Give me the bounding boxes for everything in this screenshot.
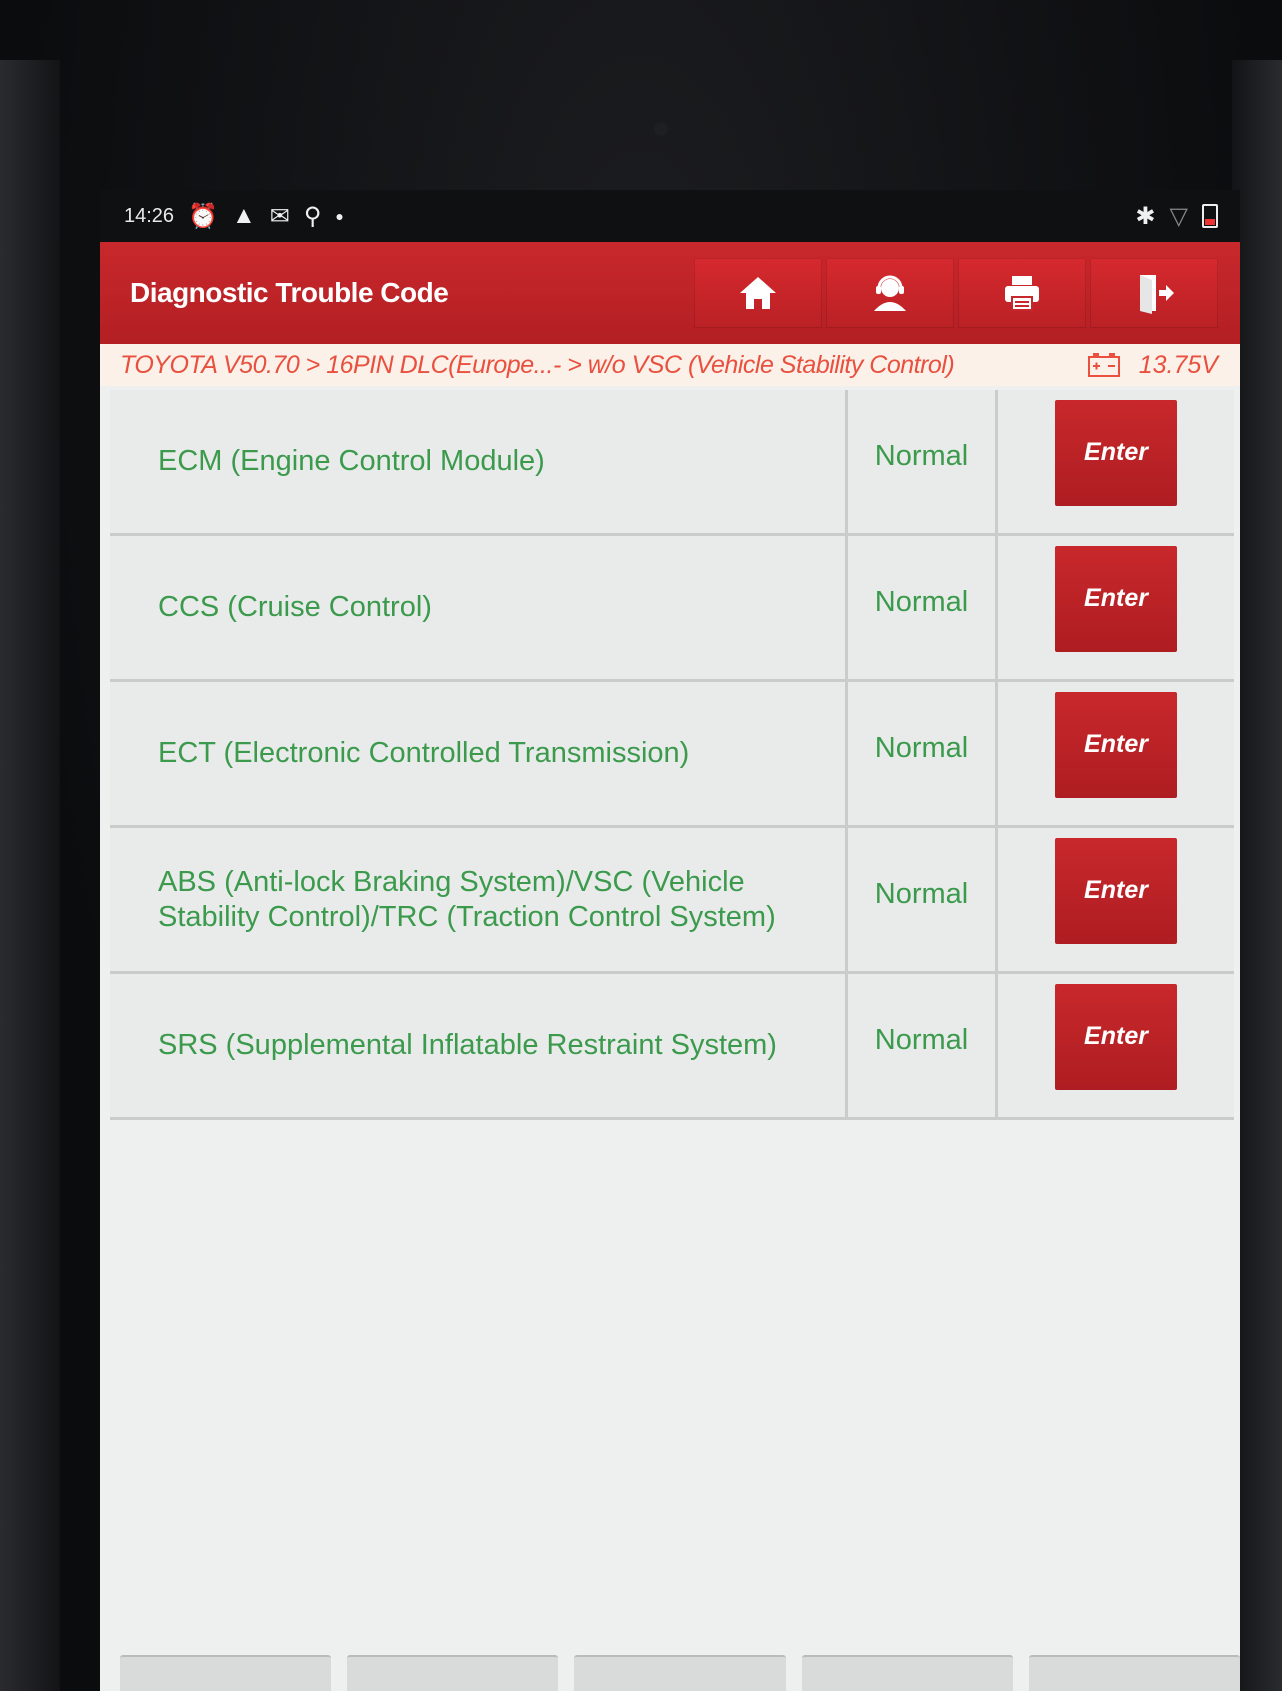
warning-icon: ▲ — [231, 202, 256, 229]
usb-icon: ⚲ — [303, 202, 322, 230]
status-bar-left: 14:26 ⏰ ▲ ✉ ⚲ ● — [100, 202, 344, 231]
enter-button[interactable]: Enter — [1055, 838, 1177, 944]
system-action-cell: Enter — [998, 390, 1234, 533]
voltage-indicator: 13.75V — [1087, 351, 1240, 380]
home-icon — [740, 277, 776, 309]
system-name: ECM (Engine Control Module) — [110, 390, 848, 533]
exit-button[interactable] — [1090, 258, 1218, 328]
app-header: Diagnostic Trouble Code — [100, 242, 1240, 344]
system-status: Normal — [848, 974, 998, 1117]
support-button[interactable] — [826, 258, 954, 328]
wifi-icon: ▽ — [1169, 202, 1188, 230]
front-camera — [654, 122, 668, 136]
bottom-button-bar — [120, 1655, 1240, 1691]
device-bezel: 14:26 ⏰ ▲ ✉ ⚲ ● ✱ ▽ Diagnostic Trouble C… — [0, 0, 1282, 1691]
table-row: SRS (Supplemental Inflatable Restraint S… — [110, 974, 1234, 1120]
status-bar: 14:26 ⏰ ▲ ✉ ⚲ ● ✱ ▽ — [100, 190, 1240, 242]
home-button[interactable] — [694, 258, 822, 328]
bottom-button[interactable] — [347, 1655, 559, 1691]
enter-button[interactable]: Enter — [1055, 400, 1177, 506]
enter-button[interactable]: Enter — [1055, 984, 1177, 1090]
alarm-icon: ⏰ — [188, 202, 218, 230]
status-bar-right: ✱ ▽ — [1135, 202, 1240, 231]
bottom-button[interactable] — [120, 1655, 332, 1691]
mail-icon: ✉ — [269, 202, 290, 230]
table-row: CCS (Cruise Control) Normal Enter — [110, 536, 1234, 682]
car-battery-icon — [1087, 353, 1120, 377]
tablet-screen: 14:26 ⏰ ▲ ✉ ⚲ ● ✱ ▽ Diagnostic Trouble C… — [100, 190, 1240, 1691]
table-row: ABS (Anti-lock Braking System)/VSC (Vehi… — [110, 828, 1234, 974]
breadcrumb: TOYOTA V50.70 > 16PIN DLC(Europe...- > w… — [100, 344, 1240, 386]
system-status: Normal — [848, 536, 998, 679]
bottom-button[interactable] — [1028, 1655, 1240, 1691]
battery-icon — [1202, 204, 1218, 228]
system-action-cell: Enter — [998, 682, 1234, 825]
page-title: Diagnostic Trouble Code — [130, 277, 449, 308]
system-status: Normal — [848, 828, 998, 971]
status-time: 14:26 — [124, 204, 175, 227]
table-row: ECT (Electronic Controlled Transmission)… — [110, 682, 1234, 828]
enter-button[interactable]: Enter — [1055, 692, 1177, 798]
system-name: ABS (Anti-lock Braking System)/VSC (Vehi… — [110, 828, 848, 971]
system-action-cell: Enter — [998, 974, 1234, 1117]
system-list: ECM (Engine Control Module) Normal Enter… — [110, 390, 1234, 1120]
system-action-cell: Enter — [998, 828, 1234, 971]
system-status: Normal — [848, 390, 998, 533]
bluetooth-icon: ✱ — [1135, 202, 1156, 230]
headset-user-icon — [874, 275, 906, 311]
print-button[interactable] — [958, 258, 1086, 328]
system-name: CCS (Cruise Control) — [110, 536, 848, 679]
bottom-button[interactable] — [574, 1655, 786, 1691]
system-status: Normal — [848, 682, 998, 825]
header-toolbar — [694, 258, 1218, 328]
system-name: ECT (Electronic Controlled Transmission) — [110, 682, 848, 825]
system-action-cell: Enter — [998, 536, 1234, 679]
dot-icon: ● — [335, 208, 344, 224]
voltage-value: 13.75V — [1138, 350, 1218, 379]
system-name: SRS (Supplemental Inflatable Restraint S… — [110, 974, 848, 1117]
exit-door-icon — [1140, 275, 1174, 314]
bezel-left-edge — [0, 60, 60, 1691]
printer-icon — [1005, 276, 1039, 311]
bottom-button[interactable] — [801, 1655, 1013, 1691]
breadcrumb-path: TOYOTA V50.70 > 16PIN DLC(Europe...- > w… — [120, 350, 955, 379]
table-row: ECM (Engine Control Module) Normal Enter — [110, 390, 1234, 536]
enter-button[interactable]: Enter — [1055, 546, 1177, 652]
